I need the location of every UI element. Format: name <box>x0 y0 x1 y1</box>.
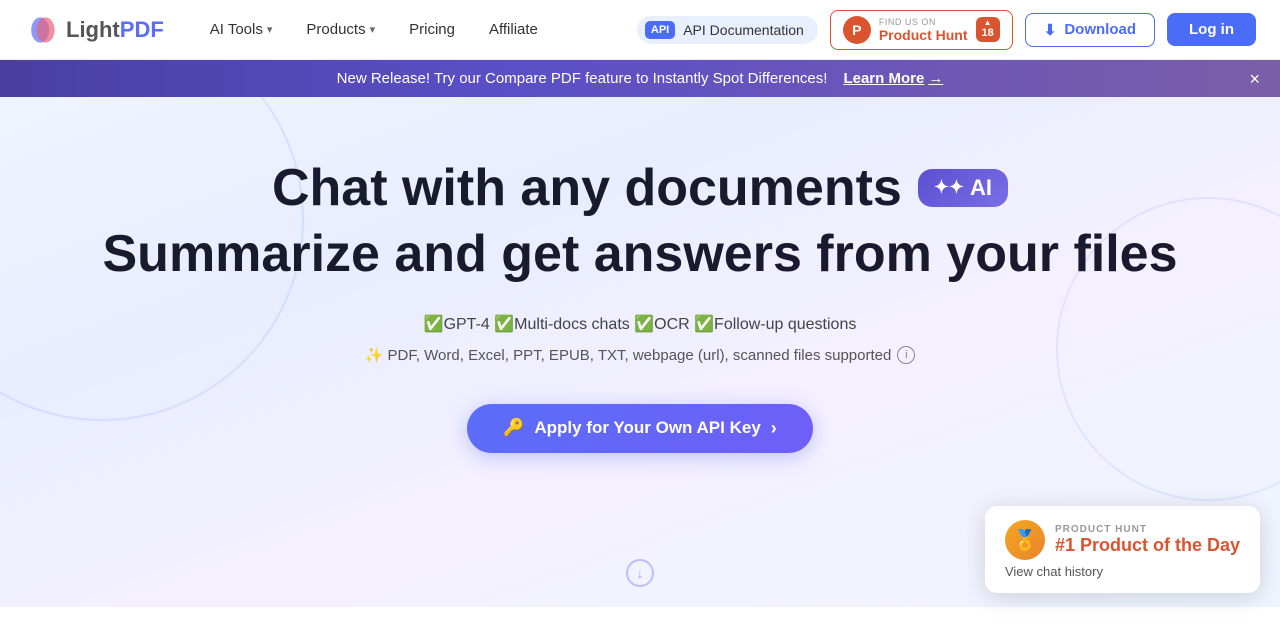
hero-features: ✅GPT-4 ✅Multi-docs chats ✅OCR ✅Follow-up… <box>424 314 857 334</box>
logo-text: LightPDF <box>66 17 164 43</box>
product-hunt-info: FIND US ON Product Hunt <box>879 17 968 43</box>
scroll-indicator: ↓ <box>626 559 654 587</box>
banner-text: New Release! Try our Compare PDF feature… <box>337 70 828 87</box>
hero-title-line1: Chat with any documents ✦✦ AI <box>272 157 1008 219</box>
banner-close-button[interactable]: × <box>1249 70 1260 88</box>
logo[interactable]: LightPDF <box>24 12 164 48</box>
hero-title-line2: Summarize and get answers from your file… <box>103 223 1178 285</box>
logo-icon <box>24 12 60 48</box>
nav-ai-tools[interactable]: AI Tools ▾ <box>196 13 287 46</box>
key-icon: 🔑 <box>503 418 524 438</box>
download-icon: ⬇ <box>1044 21 1057 39</box>
download-button[interactable]: ⬇ Download <box>1025 13 1155 47</box>
sparkle-icon: ✦✦ <box>934 177 964 199</box>
product-hunt-button[interactable]: P FIND US ON Product Hunt ▲ 18 <box>830 10 1013 50</box>
product-hunt-badge-info: PRODUCT HUNT #1 Product of the Day <box>1055 524 1240 556</box>
nav-links: AI Tools ▾ Products ▾ Pricing Affiliate <box>196 13 637 46</box>
nav-affiliate[interactable]: Affiliate <box>475 13 552 46</box>
login-button[interactable]: Log in <box>1167 13 1256 46</box>
nav-products[interactable]: Products ▾ <box>292 13 389 46</box>
product-hunt-icon: P <box>843 16 871 44</box>
nav-right: API API Documentation P FIND US ON Produ… <box>637 10 1256 50</box>
product-hunt-count: ▲ 18 <box>976 17 1000 42</box>
nav-pricing[interactable]: Pricing <box>395 13 469 46</box>
announcement-banner: New Release! Try our Compare PDF feature… <box>0 60 1280 97</box>
hero-supported-formats: ✨ PDF, Word, Excel, PPT, EPUB, TXT, webp… <box>365 346 916 364</box>
chevron-down-icon: ▾ <box>370 23 376 36</box>
scroll-down-icon: ↓ <box>626 559 654 587</box>
ai-badge: ✦✦ AI <box>918 169 1008 207</box>
chevron-right-icon: › <box>771 418 777 439</box>
navbar: LightPDF AI Tools ▾ Products ▾ Pricing A… <box>0 0 1280 60</box>
cta-api-button[interactable]: 🔑 Apply for Your Own API Key › <box>467 404 813 453</box>
api-documentation-link[interactable]: API API Documentation <box>637 16 818 44</box>
product-hunt-badge-top: 🏅 PRODUCT HUNT #1 Product of the Day <box>1005 520 1240 560</box>
arrow-right-icon: → <box>928 70 943 87</box>
chevron-down-icon: ▾ <box>267 23 273 36</box>
medal-icon: 🏅 <box>1005 520 1045 560</box>
product-hunt-badge: 🏅 PRODUCT HUNT #1 Product of the Day Vie… <box>985 506 1260 593</box>
info-icon[interactable]: i <box>897 346 915 364</box>
banner-learn-more-link[interactable]: Learn More → <box>843 70 943 87</box>
view-chat-history-link[interactable]: View chat history <box>1005 564 1240 579</box>
